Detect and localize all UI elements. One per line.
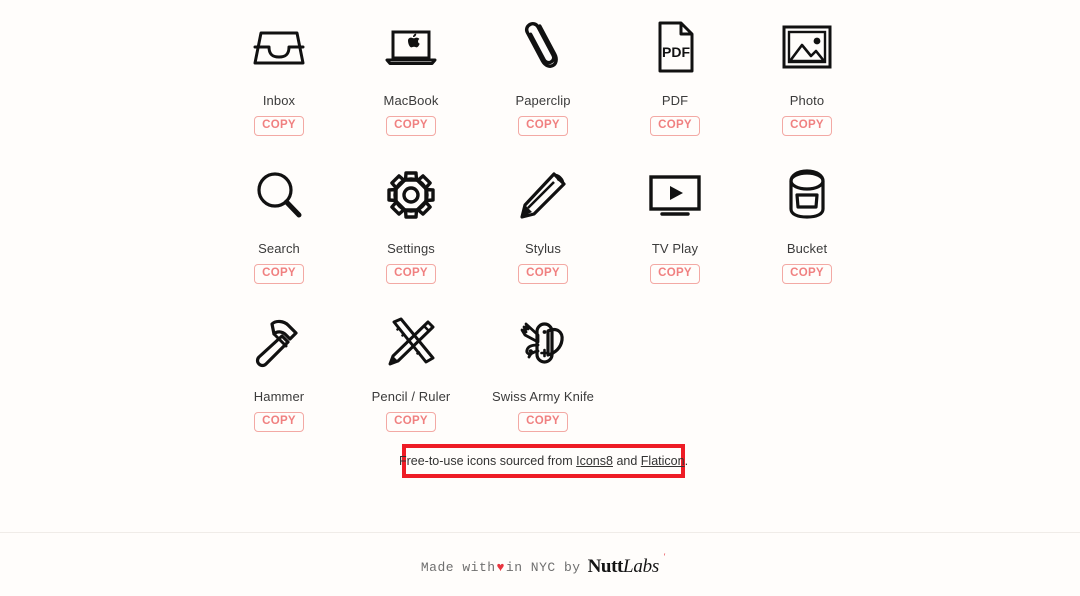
icon-label: Stylus (524, 241, 561, 256)
icon-cell-inbox[interactable]: Inbox COPY (213, 8, 345, 136)
icon-cell-swiss-army-knife[interactable]: Swiss Army Knife COPY (477, 304, 609, 432)
icon-label: Bucket (786, 241, 828, 256)
flaticon-link[interactable]: Flaticon (641, 454, 685, 468)
icon-gallery: Inbox COPY MacBook COPY Paperclip COPY P… (0, 0, 1080, 432)
icon-label: MacBook (383, 93, 439, 108)
icon-row: Hammer COPY Pencil / Ruler COPY Swiss Ar… (0, 304, 1080, 432)
search-magnifier-icon[interactable] (246, 162, 312, 228)
icon-label: TV Play (651, 241, 699, 256)
footer: Made with♥in NYC by NuttLabs ′ (0, 552, 1080, 578)
icon-row: Inbox COPY MacBook COPY Paperclip COPY P… (0, 8, 1080, 136)
copy-button[interactable]: COPY (518, 412, 568, 432)
photo-picture-icon[interactable] (774, 14, 840, 80)
brand-name-italic: Labs (622, 556, 660, 577)
icon-cell-macbook[interactable]: MacBook COPY (345, 8, 477, 136)
icon-label: PDF (661, 93, 689, 108)
paperclip-icon[interactable] (510, 14, 576, 80)
footer-made-with-text: Made with♥in NYC by (421, 560, 581, 575)
svg-text:PDF: PDF (662, 44, 690, 60)
hammer-icon[interactable] (246, 310, 312, 376)
footer-before-heart: Made with (420, 559, 496, 575)
copy-button[interactable]: COPY (254, 264, 304, 284)
credits-prefix: Free-to-use icons sourced from (398, 454, 577, 468)
icon-label: Pencil / Ruler (371, 389, 451, 404)
copy-button[interactable]: COPY (782, 264, 832, 284)
credits-middle: and (612, 454, 641, 468)
copy-button[interactable]: COPY (650, 264, 700, 284)
settings-gear-icon[interactable] (378, 162, 444, 228)
nuttlabs-logo[interactable]: NuttLabs ′ (587, 552, 666, 578)
icon-row: Search COPY Settings COPY Stylus COPY TV… (0, 156, 1080, 284)
icon-cell-tv-play[interactable]: TV Play COPY (609, 156, 741, 284)
copy-button[interactable]: COPY (254, 116, 304, 136)
icon-label: Swiss Army Knife (491, 389, 594, 404)
icon-label: Photo (789, 93, 825, 108)
pencil-ruler-icon[interactable] (378, 310, 444, 376)
heart-icon: ♥ (496, 559, 505, 575)
copy-button[interactable]: COPY (518, 264, 568, 284)
pdf-document-icon[interactable]: PDF (642, 14, 708, 80)
icon-label: Paperclip (515, 93, 571, 108)
copy-button[interactable]: COPY (386, 116, 436, 136)
icon-label: Inbox (262, 93, 296, 108)
credits-suffix: . (684, 454, 689, 468)
bucket-paint-can-icon[interactable] (774, 162, 840, 228)
credits-annotation-box: Free-to-use icons sourced from Icons8 an… (399, 444, 688, 478)
footer-divider (0, 532, 1080, 533)
icon-cell-settings[interactable]: Settings COPY (345, 156, 477, 284)
copy-button[interactable]: COPY (782, 116, 832, 136)
footer-after-heart: in NYC by (505, 559, 581, 575)
macbook-laptop-icon[interactable] (378, 14, 444, 80)
icon-cell-pdf[interactable]: PDF PDF COPY (609, 8, 741, 136)
copy-button[interactable]: COPY (650, 116, 700, 136)
credits-text: Free-to-use icons sourced from Icons8 an… (399, 454, 688, 468)
brand-mark-icon: ′ (663, 552, 666, 562)
inbox-tray-icon[interactable] (246, 14, 312, 80)
icon-label: Search (258, 241, 300, 256)
icons8-link[interactable]: Icons8 (576, 454, 613, 468)
icon-cell-paperclip[interactable]: Paperclip COPY (477, 8, 609, 136)
tv-play-icon[interactable] (642, 162, 708, 228)
brand-name-bold: Nutt (587, 556, 624, 577)
copy-button[interactable]: COPY (254, 412, 304, 432)
icon-cell-hammer[interactable]: Hammer COPY (213, 304, 345, 432)
icon-label: Hammer (253, 389, 305, 404)
icon-label: Settings (387, 241, 435, 256)
copy-button[interactable]: COPY (386, 412, 436, 432)
icon-cell-bucket[interactable]: Bucket COPY (741, 156, 873, 284)
icon-cell-search[interactable]: Search COPY (213, 156, 345, 284)
swiss-army-knife-icon[interactable] (510, 310, 576, 376)
icon-cell-photo[interactable]: Photo COPY (741, 8, 873, 136)
stylus-pencil-icon[interactable] (510, 162, 576, 228)
icon-cell-stylus[interactable]: Stylus COPY (477, 156, 609, 284)
icon-cell-pencil-ruler[interactable]: Pencil / Ruler COPY (345, 304, 477, 432)
copy-button[interactable]: COPY (386, 264, 436, 284)
copy-button[interactable]: COPY (518, 116, 568, 136)
